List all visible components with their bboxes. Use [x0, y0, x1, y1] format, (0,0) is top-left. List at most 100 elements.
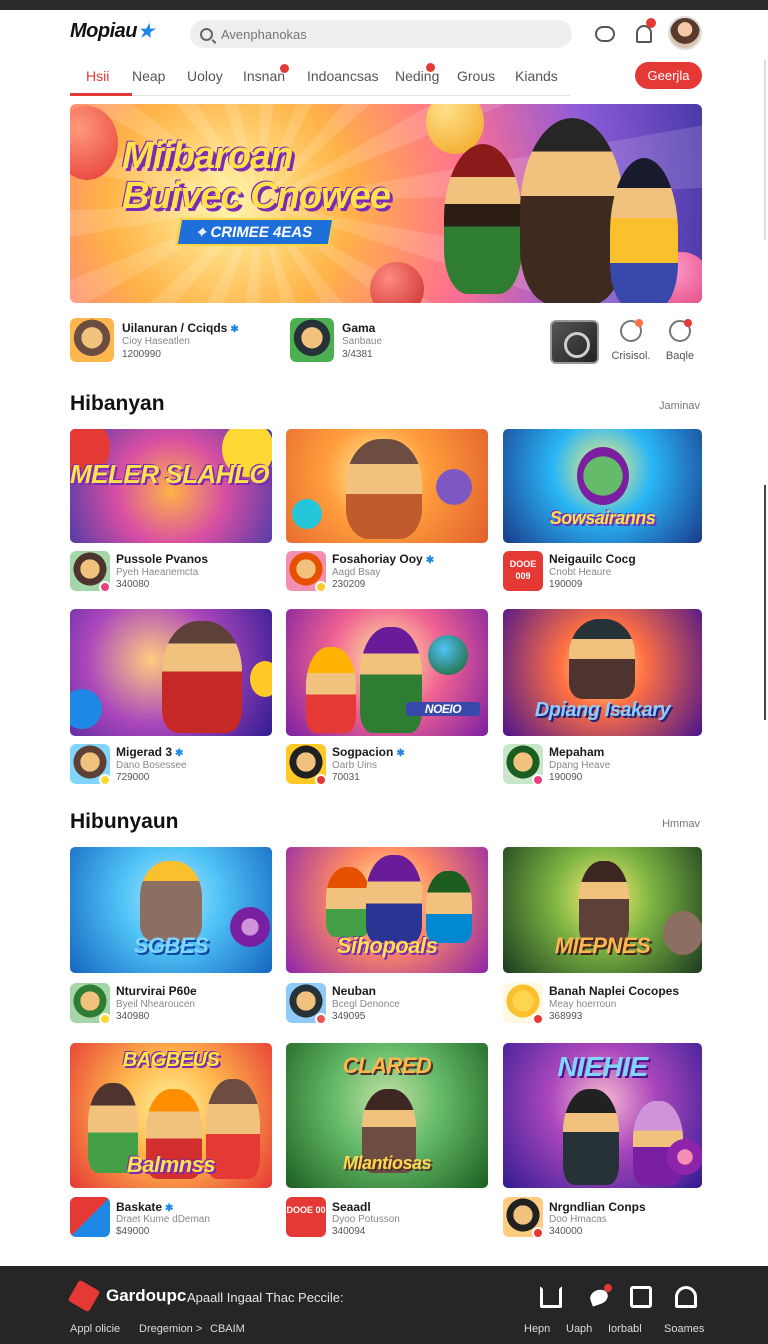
game-title: Nrgndlian Conps: [549, 1200, 646, 1214]
verified-icon: ✱: [175, 748, 184, 759]
get-button[interactable]: Geerjla: [635, 62, 702, 89]
footer-icon-label: Uaph: [566, 1323, 593, 1335]
compass-icon: [669, 319, 692, 342]
game-count: 70031: [332, 772, 360, 783]
scrollbar-track: [764, 60, 766, 240]
verified-icon: ✱: [425, 555, 435, 566]
footer: Gardoupc Apaall Ingaal Thac Peccile: App…: [0, 1266, 768, 1344]
compass-button[interactable]: Baqle: [660, 319, 700, 362]
game-subtitle: Meay hoerroun: [549, 999, 617, 1010]
game-card-image: [70, 609, 272, 736]
bird-badge: [604, 1284, 612, 1292]
featured-thumbnail: [290, 318, 334, 362]
footer-link[interactable]: CBAIM: [210, 1323, 245, 1335]
tab-neap[interactable]: Neap: [132, 68, 165, 84]
tab-grous[interactable]: Grous: [457, 68, 495, 84]
game-icon: [70, 1197, 110, 1237]
footer-logo-icon: [67, 1279, 101, 1313]
game-card-image: BAGBEUS Balmnss: [70, 1043, 272, 1188]
user-avatar[interactable]: [668, 16, 702, 50]
hero-ribbon: ⌖ CRIMEE 4EAS: [175, 218, 335, 246]
game-icon: [503, 983, 544, 1025]
game-card[interactable]: CLARED Mlantiosas DOOE 00 Seaadl Dyoo Po…: [286, 1043, 488, 1239]
game-count: 729000: [116, 772, 150, 783]
featured-title: Gama: [342, 321, 376, 335]
tab-uoloy[interactable]: Uoloy: [187, 68, 223, 84]
notification-badge: [646, 18, 656, 28]
footer-link[interactable]: Appl olicie: [70, 1323, 120, 1335]
game-card-image: NOEIO: [286, 609, 488, 736]
game-card-image: MIEPNES: [503, 847, 702, 973]
inbox-icon[interactable]: [630, 1286, 652, 1308]
game-card[interactable]: SGBES Nturvirai P60e Byeil Nhearoucen 34…: [70, 847, 272, 1029]
tab-indoancsas[interactable]: Indoancsas: [307, 68, 379, 84]
game-title: Banah Naplei Cocopes: [549, 984, 680, 998]
section-see-all-link[interactable]: Hmmav: [662, 818, 700, 830]
category-tabs: Hsii Neap Uoloy Insnan Indoancsas Neding…: [70, 60, 570, 96]
app-logo[interactable]: Mopiau★: [70, 20, 154, 43]
game-icon: [70, 551, 111, 593]
game-card-image: CLARED Mlantiosas: [286, 1043, 488, 1188]
search-bar[interactable]: Avenphanokas: [190, 20, 572, 48]
game-subtitle: Pyeh Haeanemcta: [116, 567, 199, 578]
game-card[interactable]: NIEHIE Nrgndlian Conps Doo Hmacas 340000: [503, 1043, 702, 1239]
messages-button[interactable]: [591, 20, 619, 48]
footer-link[interactable]: Dregemion >: [139, 1323, 202, 1335]
featured-subtitle: Cioy Haseatlen: [122, 336, 190, 347]
game-card[interactable]: Migerad 3 ✱ Dano Bosessee 729000: [70, 609, 272, 787]
game-subtitle: Dano Bosessee: [116, 760, 187, 771]
section-see-all-link[interactable]: Jaminav: [659, 400, 700, 412]
featured-item[interactable]: Gama Sanbaue 3/4381: [290, 318, 440, 366]
game-icon: DOOE 00: [286, 1197, 326, 1237]
game-card[interactable]: MIEPNES Banah Naplei Cocopes Meay hoerro…: [503, 847, 702, 1029]
scrollbar-thumb[interactable]: [764, 485, 766, 720]
game-card[interactable]: Dpiang Isakary Mepaham Dpang Heave 19009…: [503, 609, 702, 787]
footer-icon-label: Iorbabl: [608, 1323, 642, 1335]
game-count: 190009: [549, 579, 583, 590]
game-title: Mepaham: [549, 745, 605, 759]
home-icon[interactable]: [540, 1286, 562, 1308]
featured-thumbnail: [70, 318, 114, 362]
game-title: Neuban: [332, 984, 377, 998]
search-icon: [200, 27, 213, 41]
game-title: Nturvirai P60e: [116, 984, 197, 998]
tab-hsii[interactable]: Hsii: [86, 68, 109, 84]
section-title: Hibunyaun: [70, 810, 179, 833]
game-card[interactable]: BAGBEUS Balmnss Baskate ✱ Draet Kume dDem…: [70, 1043, 272, 1239]
search-input[interactable]: Avenphanokas: [221, 27, 307, 42]
hero-title: Miibaroan Buivec Cnowee: [122, 135, 391, 217]
game-title: Fosahoriay Ooy ✱: [332, 552, 435, 566]
chat-star-button[interactable]: Crisisol.: [611, 319, 651, 362]
footer-icon-label: Hepn: [524, 1323, 551, 1335]
game-subtitle: Dyoo Potusson: [332, 1214, 400, 1225]
notifications-button[interactable]: [630, 18, 658, 48]
game-card[interactable]: Sihopoals Neuban Bcegl Denonce 349095: [286, 847, 488, 1029]
logo-star-icon: ★: [138, 21, 154, 41]
featured-item[interactable]: Uilanuran / Cciqds ✱ Cioy Haseatlen 12009…: [70, 318, 270, 366]
game-count: 340000: [549, 1226, 583, 1237]
game-card-image: Dpiang Isakary: [503, 609, 702, 736]
game-count: 340980: [116, 1011, 150, 1022]
game-icon: [70, 983, 111, 1025]
game-icon: [503, 744, 544, 786]
game-card[interactable]: NOEIO Sogpacion ✱ Oarb Uins 70031: [286, 609, 488, 787]
tab-kiands[interactable]: Kiands: [515, 68, 558, 84]
toolkit-app-icon[interactable]: [550, 320, 599, 364]
section-title: Hibanyan: [70, 392, 165, 415]
game-card[interactable]: MELER SLAHLOY Pussole Pvanos Pyeh Haeane…: [70, 429, 272, 593]
game-icon: [70, 744, 111, 786]
featured-subtitle: Sanbaue: [342, 336, 383, 347]
game-title: Sogpacion ✱: [332, 745, 405, 759]
game-count: 349095: [332, 1011, 366, 1022]
footer-brand[interactable]: Gardoupc: [106, 1286, 186, 1306]
user-icon[interactable]: [675, 1286, 697, 1308]
hero-banner[interactable]: Miibaroan Buivec Cnowee ⌖ CRIMEE 4EAS: [70, 104, 702, 303]
tab-insnan-badge: [280, 64, 289, 73]
hero-character-pirate: [444, 144, 522, 294]
game-card[interactable]: Fosahoriay Ooy ✱ Aagd Bsay 230209: [286, 429, 488, 593]
tab-insnan[interactable]: Insnan: [243, 68, 285, 84]
game-card[interactable]: Sowsairanns DOOE 009 Neigauilc Cocg Cnob…: [503, 429, 702, 593]
game-subtitle: Aagd Bsay: [332, 567, 381, 578]
game-subtitle: Cnobt Heaure: [549, 567, 612, 578]
game-card-image: [286, 429, 488, 543]
